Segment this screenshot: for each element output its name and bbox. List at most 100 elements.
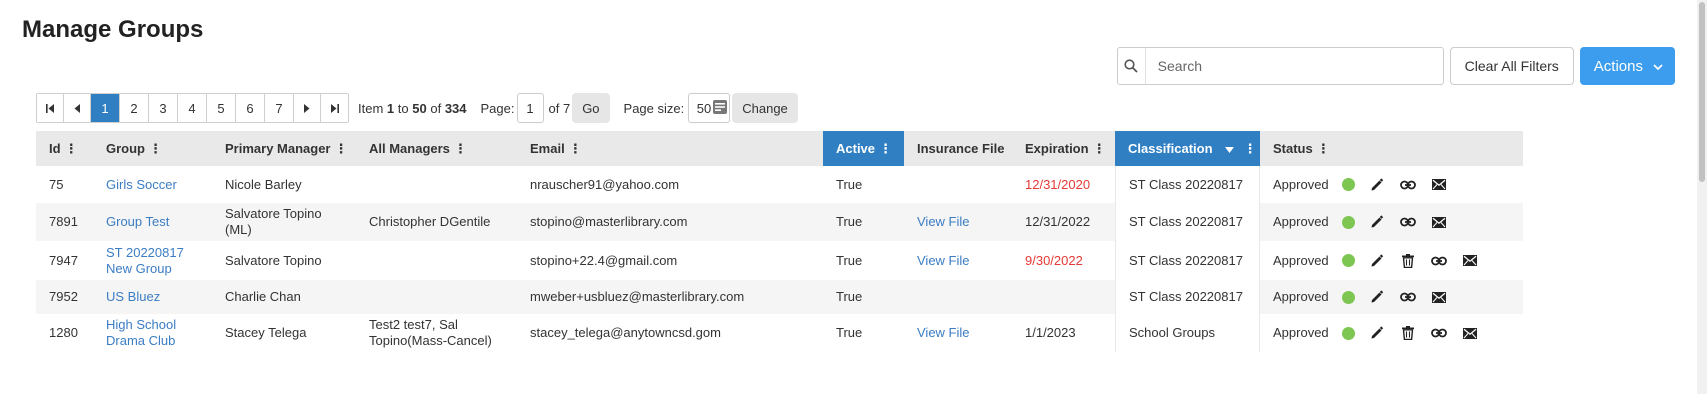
- header-label: Id: [49, 141, 61, 156]
- row-actions: [1340, 213, 1523, 231]
- email-icon[interactable]: [1430, 288, 1448, 306]
- row-actions: [1340, 176, 1523, 194]
- column-menu-icon[interactable]: ⋮: [569, 141, 582, 157]
- header-label: Status: [1273, 141, 1313, 156]
- edit-icon[interactable]: [1368, 324, 1386, 342]
- column-menu-icon[interactable]: ⋮: [149, 141, 162, 157]
- group-link[interactable]: Group Test: [93, 214, 212, 230]
- page-6-button[interactable]: 6: [236, 94, 265, 122]
- search-icon[interactable]: [1118, 48, 1146, 84]
- link-icon[interactable]: [1430, 252, 1448, 270]
- cell-classification: ST Class 20220817: [1115, 166, 1260, 203]
- column-menu-icon[interactable]: ⋮: [1317, 141, 1330, 157]
- table-row[interactable]: 1280 High School Drama Club Stacey Telega T…: [36, 314, 1523, 352]
- column-menu-icon[interactable]: ⋮: [1093, 141, 1106, 157]
- cell-status: Approved: [1273, 289, 1329, 304]
- view-file-link[interactable]: View File: [904, 325, 1012, 341]
- page-4-button[interactable]: 4: [178, 94, 207, 122]
- next-page-icon[interactable]: [294, 94, 321, 122]
- prev-page-icon[interactable]: [64, 94, 91, 122]
- page-number-input[interactable]: 1: [516, 93, 544, 123]
- edit-icon[interactable]: [1368, 288, 1386, 306]
- column-header-all-managers[interactable]: All Managers ⋮: [356, 131, 517, 166]
- link-icon[interactable]: [1430, 324, 1448, 342]
- header-label: Expiration: [1025, 141, 1089, 156]
- email-icon[interactable]: [1461, 252, 1479, 270]
- table-row[interactable]: 7891 Group Test Salvatore Topino (ML) Chris…: [36, 203, 1523, 241]
- table-row[interactable]: 7947 ST 20220817 New Group Salvatore Topin…: [36, 241, 1523, 280]
- row-actions: [1340, 252, 1523, 270]
- column-menu-icon[interactable]: ⋮: [335, 141, 348, 157]
- change-button[interactable]: Change: [732, 93, 798, 123]
- clear-all-filters-button[interactable]: Clear All Filters: [1449, 47, 1574, 85]
- edit-icon[interactable]: [1368, 213, 1386, 231]
- page-1-button[interactable]: 1: [91, 94, 120, 122]
- actions-button[interactable]: Actions: [1579, 47, 1675, 85]
- column-header-group[interactable]: Group ⋮: [93, 131, 212, 166]
- item-to: 50: [412, 100, 427, 116]
- page-size-select[interactable]: 50: [688, 93, 731, 123]
- group-link[interactable]: ST 20220817 New Group: [93, 245, 212, 277]
- item-total: 334: [444, 100, 467, 116]
- column-header-id[interactable]: Id ⋮: [36, 131, 93, 166]
- column-header-primary-manager[interactable]: Primary Manager ⋮: [212, 131, 356, 166]
- column-header-email[interactable]: Email ⋮: [517, 131, 823, 166]
- item-to-word: to: [397, 100, 409, 116]
- link-icon[interactable]: [1399, 176, 1417, 194]
- pager-item-info: Item 1 to 50 of 334: [358, 101, 467, 116]
- group-link[interactable]: US Bluez: [93, 289, 212, 305]
- page-5-button[interactable]: 5: [207, 94, 236, 122]
- cell-active: True: [836, 289, 863, 304]
- item-from: 1: [386, 100, 395, 116]
- column-header-insurance-file[interactable]: Insurance File: [904, 131, 1012, 166]
- page-size-value: 50: [696, 100, 712, 116]
- cell-status: Approved: [1273, 214, 1329, 229]
- search-box: [1116, 47, 1444, 85]
- edit-icon[interactable]: [1368, 252, 1386, 270]
- cell-primary-manager: Salvatore Topino (ML): [225, 206, 322, 237]
- email-icon[interactable]: [1461, 324, 1479, 342]
- header-label: All Managers: [369, 141, 450, 156]
- page-3-button[interactable]: 3: [149, 94, 178, 122]
- last-page-icon[interactable]: [321, 94, 348, 122]
- table-row[interactable]: 7952 US Bluez Charlie Chan mweber+usbluez@m…: [36, 280, 1523, 314]
- go-button[interactable]: Go: [572, 93, 610, 123]
- view-file-link[interactable]: View File: [904, 214, 1012, 230]
- column-header-status[interactable]: Status ⋮: [1260, 131, 1340, 166]
- column-menu-icon[interactable]: ⋮: [454, 141, 467, 157]
- status-indicator-icon: [1342, 254, 1355, 267]
- column-menu-icon[interactable]: ⋮: [65, 141, 78, 157]
- column-header-classification[interactable]: Classification ⋮: [1115, 131, 1260, 166]
- group-link[interactable]: Girls Soccer: [93, 177, 212, 193]
- page-7-button[interactable]: 7: [265, 94, 294, 122]
- column-menu-icon[interactable]: ⋮: [1244, 141, 1257, 157]
- cell-id: 1280: [49, 325, 78, 340]
- column-menu-icon[interactable]: ⋮: [879, 141, 892, 157]
- scrollbar-thumb[interactable]: [1699, 2, 1705, 182]
- cell-primary-manager: Nicole Barley: [225, 176, 302, 192]
- vertical-scrollbar[interactable]: [1697, 0, 1707, 394]
- delete-icon[interactable]: [1399, 324, 1417, 342]
- cell-active: True: [836, 252, 863, 268]
- page-2-button[interactable]: 2: [120, 94, 149, 122]
- email-icon[interactable]: [1430, 213, 1448, 231]
- column-header-expiration[interactable]: Expiration ⋮: [1012, 131, 1115, 166]
- cell-classification: ST Class 20220817: [1115, 280, 1260, 314]
- groups-table: Id ⋮ Group ⋮ Primary Manager ⋮ All Managers…: [36, 131, 1523, 352]
- item-of-word: of: [430, 100, 442, 116]
- group-link[interactable]: High School Drama Club: [93, 317, 212, 349]
- header-label: Primary Manager: [225, 141, 331, 156]
- column-header-active[interactable]: Active ⋮: [823, 131, 904, 166]
- table-row[interactable]: 75 Girls Soccer Nicole Barley nrauscher91@y…: [36, 166, 1523, 203]
- first-page-icon[interactable]: [37, 94, 64, 122]
- cell-email: stopino@masterlibrary.com: [530, 214, 688, 229]
- link-icon[interactable]: [1399, 288, 1417, 306]
- edit-icon[interactable]: [1368, 176, 1386, 194]
- delete-icon[interactable]: [1399, 252, 1417, 270]
- search-input[interactable]: [1145, 48, 1443, 84]
- view-file-link[interactable]: View File: [904, 253, 1012, 269]
- link-icon[interactable]: [1399, 213, 1417, 231]
- cell-status: Approved: [1273, 325, 1329, 340]
- page-size-label: Page size:: [623, 100, 685, 116]
- email-icon[interactable]: [1430, 176, 1448, 194]
